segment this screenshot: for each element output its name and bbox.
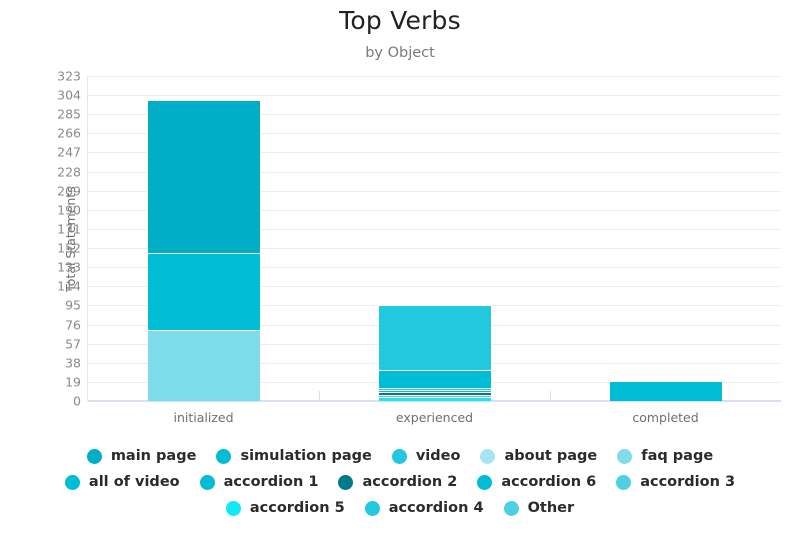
legend-swatch-icon bbox=[480, 448, 496, 464]
legend-item-label: simulation page bbox=[240, 448, 372, 464]
y-axis-tick-label: 304 bbox=[57, 87, 81, 103]
legend-item[interactable]: faq page bbox=[617, 445, 713, 467]
y-axis-tick-label: 323 bbox=[57, 68, 81, 84]
bar-segment[interactable] bbox=[147, 381, 260, 401]
bar-segment[interactable] bbox=[147, 329, 260, 382]
y-axis-tick-label: 57 bbox=[65, 336, 81, 352]
y-axis-line bbox=[87, 76, 88, 401]
bar-segment[interactable] bbox=[609, 381, 722, 401]
legend-item[interactable]: accordion 5 bbox=[225, 497, 345, 519]
category-separator bbox=[550, 391, 551, 401]
gridline bbox=[88, 76, 781, 77]
y-axis-tick-label: 133 bbox=[57, 259, 81, 275]
y-axis-tick-label: 19 bbox=[65, 374, 81, 390]
legend-item-label: all of video bbox=[88, 474, 180, 490]
y-axis-tick-label: 114 bbox=[57, 278, 81, 294]
y-axis-tick-label: 38 bbox=[65, 355, 81, 371]
legend-swatch-icon bbox=[216, 448, 232, 464]
legend-swatch-icon bbox=[616, 474, 632, 490]
y-axis-tick-label: 0 bbox=[73, 393, 81, 409]
y-axis-tick-label: 228 bbox=[57, 164, 81, 180]
legend-item[interactable]: about page bbox=[480, 445, 597, 467]
y-axis-tick-label: 190 bbox=[57, 202, 81, 218]
bar-segment[interactable] bbox=[147, 100, 260, 254]
legend-item-label: accordion 6 bbox=[501, 474, 597, 490]
legend-item[interactable]: accordion 6 bbox=[477, 471, 596, 493]
legend-swatch-icon bbox=[86, 448, 102, 464]
legend-item[interactable]: Other bbox=[503, 497, 575, 519]
chart-container: Top Verbs by Object Total Statements 323… bbox=[0, 0, 800, 533]
bar-segment[interactable] bbox=[378, 305, 491, 370]
legend-item-label: about page bbox=[504, 448, 598, 464]
chart-title: Top Verbs bbox=[339, 6, 461, 35]
bar-segment[interactable] bbox=[378, 369, 491, 388]
x-axis-category-label: experienced bbox=[395, 410, 474, 425]
legend-item[interactable]: accordion 4 bbox=[364, 497, 484, 519]
y-axis-tick-label: 266 bbox=[57, 125, 81, 141]
gridline bbox=[88, 95, 781, 97]
legend-swatch-icon bbox=[199, 474, 215, 490]
legend-item-label: faq page bbox=[641, 448, 714, 464]
legend-swatch-icon bbox=[225, 500, 241, 516]
legend-item-label: video bbox=[415, 448, 461, 464]
legend-item[interactable]: simulation page bbox=[216, 445, 372, 467]
y-axis-tick-label: 95 bbox=[65, 297, 81, 313]
legend-item-label: accordion 4 bbox=[388, 500, 484, 516]
stacked-bar[interactable] bbox=[609, 381, 722, 401]
legend-swatch-icon bbox=[64, 474, 80, 490]
x-axis-category-label: completed bbox=[632, 410, 699, 425]
legend-item-label: accordion 3 bbox=[640, 474, 736, 490]
legend-item[interactable]: accordion 3 bbox=[616, 471, 735, 493]
bar-segment[interactable] bbox=[147, 253, 260, 330]
legend-swatch-icon bbox=[503, 500, 519, 516]
legend-swatch-icon bbox=[364, 500, 380, 516]
legend-item-label: accordion 5 bbox=[249, 500, 345, 516]
y-axis-tick-label: 247 bbox=[57, 144, 81, 160]
legend-item[interactable]: all of video bbox=[64, 471, 180, 493]
legend-item[interactable]: accordion 1 bbox=[199, 471, 319, 493]
x-axis-category-label: initialized bbox=[173, 410, 234, 425]
chart-subtitle: by Object bbox=[365, 45, 435, 61]
legend-item[interactable]: main page bbox=[86, 445, 197, 467]
stacked-bar[interactable] bbox=[378, 305, 491, 401]
legend-item[interactable]: video bbox=[391, 445, 461, 467]
legend-item-label: accordion 2 bbox=[362, 474, 458, 490]
legend-item-label: Other bbox=[527, 500, 575, 516]
chart-legend: main page simulation page video about page f… bbox=[0, 443, 800, 521]
category-separator bbox=[319, 391, 320, 401]
legend-item-label: accordion 1 bbox=[223, 474, 319, 490]
y-axis-tick-label: 285 bbox=[57, 106, 81, 122]
legend-swatch-icon bbox=[338, 474, 354, 490]
legend-item[interactable]: accordion 2 bbox=[338, 471, 457, 493]
bar-segment[interactable] bbox=[378, 399, 491, 401]
legend-swatch-icon bbox=[391, 448, 407, 464]
y-axis-tick-label: 152 bbox=[57, 240, 81, 256]
legend-item-label: main page bbox=[110, 448, 197, 464]
y-axis-tick-label: 76 bbox=[65, 317, 81, 333]
y-axis-tick-label: 209 bbox=[57, 183, 81, 199]
stacked-bar[interactable] bbox=[147, 100, 260, 401]
legend-swatch-icon bbox=[617, 448, 633, 464]
y-axis-tick-label: 171 bbox=[57, 221, 81, 237]
plot-area: Total Statements 323 304 285 266 247 228 209 19… bbox=[57, 69, 781, 425]
legend-swatch-icon bbox=[477, 474, 493, 490]
